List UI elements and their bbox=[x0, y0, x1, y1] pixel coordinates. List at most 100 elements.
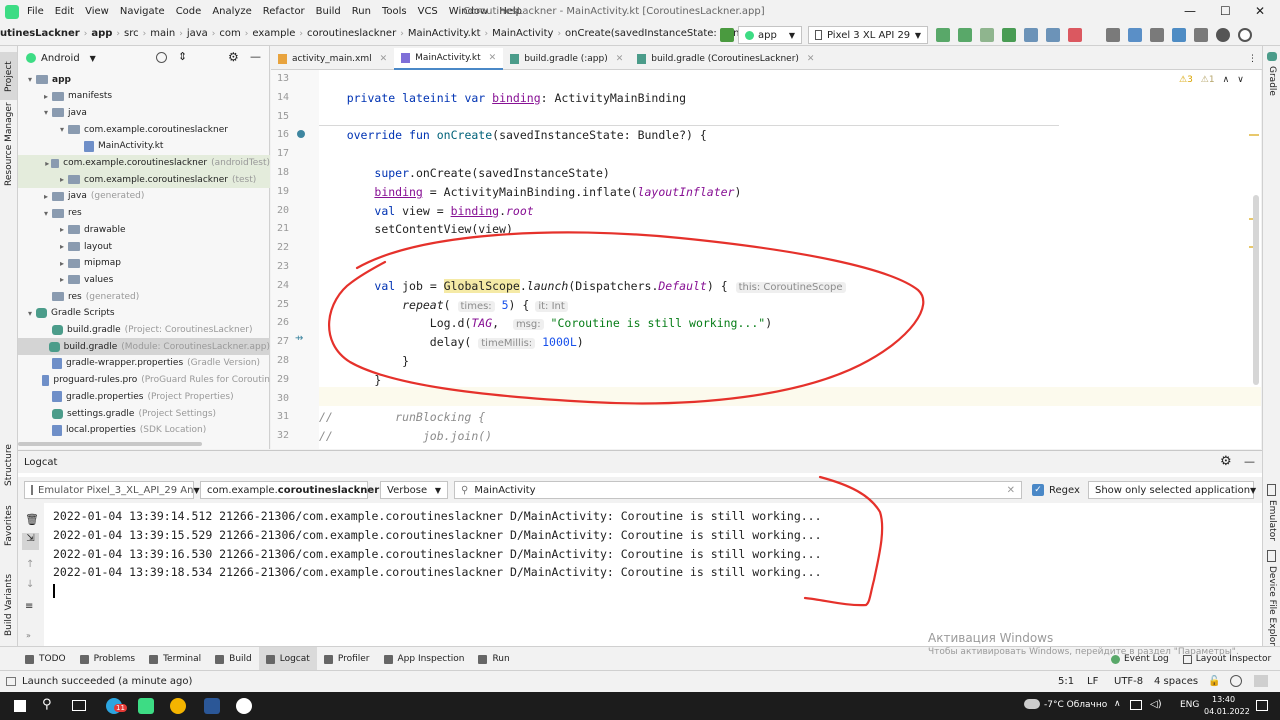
lock-icon[interactable]: 🔓 bbox=[1208, 676, 1220, 687]
apply-changes-icon[interactable] bbox=[958, 28, 972, 42]
language-indicator[interactable]: ENG bbox=[1180, 700, 1199, 710]
search-icon[interactable]: ⚲ bbox=[42, 697, 52, 712]
hammer-icon[interactable] bbox=[720, 28, 734, 42]
checkbox-checked-icon[interactable]: ✓ bbox=[1032, 484, 1044, 496]
close-icon[interactable]: ✕ bbox=[616, 54, 624, 64]
chevron-right-icon[interactable]: ▸ bbox=[56, 225, 68, 234]
indent-setting[interactable]: 4 spaces bbox=[1154, 676, 1198, 687]
gear-icon[interactable]: ⚙ bbox=[1220, 454, 1232, 469]
memory-indicator[interactable] bbox=[1254, 675, 1268, 687]
breadcrumb-item[interactable]: src bbox=[124, 28, 139, 39]
attach-debugger-icon[interactable] bbox=[1046, 28, 1060, 42]
menu-build[interactable]: Build bbox=[316, 6, 341, 17]
debug-icon[interactable] bbox=[1002, 28, 1016, 42]
chevron-down-icon[interactable]: ▼ bbox=[90, 54, 96, 63]
tree-item[interactable]: ▾ com.example.coroutineslackner bbox=[18, 121, 270, 138]
chevron-right-icon[interactable]: ▸ bbox=[43, 159, 51, 168]
chevron-right-icon[interactable]: ▸ bbox=[56, 259, 68, 268]
tree-item[interactable]: res (generated) bbox=[18, 288, 270, 305]
project-tool-label[interactable]: Project bbox=[4, 61, 14, 92]
menu-view[interactable]: View bbox=[85, 6, 109, 17]
tab-app-inspection[interactable]: App Inspection bbox=[377, 647, 472, 671]
arrow-down-icon[interactable]: ↓ bbox=[26, 579, 34, 590]
structure-label[interactable]: Structure bbox=[4, 444, 14, 486]
view-mode-select[interactable]: Android bbox=[41, 53, 80, 64]
hide-icon[interactable]: — bbox=[1244, 455, 1255, 468]
collapse-all-icon[interactable]: ⇕ bbox=[178, 50, 187, 63]
tab-build-gradle-app[interactable]: build.gradle (:app) ✕ bbox=[503, 48, 630, 70]
menu-analyze[interactable]: Analyze bbox=[212, 6, 251, 17]
status-icon[interactable] bbox=[6, 677, 16, 686]
clock-date[interactable]: 04.01.2022 bbox=[1204, 707, 1250, 716]
chevron-down-icon[interactable]: ▾ bbox=[56, 125, 68, 134]
menu-vcs[interactable]: VCS bbox=[418, 6, 438, 17]
breadcrumb-item[interactable]: coroutineslackner bbox=[307, 28, 396, 39]
breadcrumb-item[interactable]: MainActivity.kt bbox=[408, 28, 481, 39]
device-manager-icon[interactable] bbox=[1106, 28, 1120, 42]
tree-item[interactable]: ▸ java (generated) bbox=[18, 188, 270, 205]
tree-item[interactable]: ▸ com.example.coroutineslackner (test) bbox=[18, 171, 270, 189]
tree-item[interactable]: ▾ Gradle Scripts bbox=[18, 305, 270, 322]
windows-start-icon[interactable] bbox=[14, 700, 26, 712]
breadcrumb-item[interactable]: java bbox=[187, 28, 208, 39]
chevron-right-icon[interactable]: ▸ bbox=[40, 192, 52, 201]
stop-icon[interactable] bbox=[1068, 28, 1082, 42]
chevron-right-icon[interactable]: ▸ bbox=[56, 242, 68, 251]
tree-item[interactable]: settings.gradle (Project Settings) bbox=[18, 405, 270, 422]
tray-chevron-icon[interactable]: ∧ bbox=[1114, 699, 1121, 709]
tree-item[interactable]: ▸ mipmap bbox=[18, 255, 270, 272]
apply-code-changes-icon[interactable] bbox=[980, 28, 994, 42]
inspection-widget[interactable]: ⚠3 ⚠1 ∧ ∨ bbox=[1179, 75, 1244, 85]
caret-position[interactable]: 5:1 bbox=[1058, 676, 1074, 687]
soft-wrap-icon[interactable]: ≡ bbox=[25, 601, 33, 612]
tab-terminal[interactable]: Terminal bbox=[142, 647, 208, 671]
breadcrumb-item[interactable]: utinesLackner bbox=[0, 28, 80, 39]
chevron-down-icon[interactable]: ▾ bbox=[24, 75, 36, 84]
chevron-down-icon[interactable]: ∨ bbox=[1237, 75, 1244, 85]
chevron-down-icon[interactable]: ▾ bbox=[40, 108, 52, 117]
user-icon[interactable] bbox=[1216, 28, 1230, 42]
volume-icon[interactable]: ◁) bbox=[1150, 699, 1162, 710]
run-config-select[interactable]: app ▼ bbox=[738, 26, 802, 44]
tab-main-activity-kt[interactable]: MainActivity.kt ✕ bbox=[394, 47, 504, 70]
android-studio-taskbar-icon[interactable] bbox=[138, 698, 154, 714]
chevron-right-icon[interactable]: ▸ bbox=[56, 175, 68, 184]
device-select[interactable]: Emulator Pixel_3_XL_API_29 An ▼ bbox=[24, 481, 200, 499]
filter-select[interactable]: Show only selected application ▼ bbox=[1088, 481, 1256, 499]
menu-tools[interactable]: Tools bbox=[382, 6, 407, 17]
weather-text[interactable]: -7°C Облачно bbox=[1044, 700, 1107, 710]
regex-checkbox[interactable]: ✓ Regex bbox=[1032, 484, 1080, 496]
face-icon[interactable] bbox=[1230, 675, 1242, 687]
maximize-button[interactable]: ☐ bbox=[1220, 4, 1231, 18]
breadcrumb-item[interactable]: app bbox=[91, 28, 112, 39]
rerun-icon[interactable] bbox=[936, 28, 950, 42]
breadcrumb-item[interactable]: main bbox=[150, 28, 175, 39]
chevron-right-icon[interactable]: ▸ bbox=[40, 92, 52, 101]
emulator-label[interactable]: Emulator bbox=[1267, 500, 1277, 541]
status-message[interactable]: Launch succeeded (a minute ago) bbox=[22, 676, 192, 687]
app-icon[interactable] bbox=[204, 698, 220, 714]
gradle-icon[interactable] bbox=[1267, 52, 1277, 61]
gradle-tool-label[interactable]: Gradle bbox=[1267, 66, 1277, 96]
device-file-explorer-label[interactable]: Device File Explorer bbox=[1267, 566, 1277, 655]
minimize-button[interactable]: — bbox=[1184, 4, 1196, 18]
network-icon[interactable] bbox=[1130, 700, 1142, 710]
code-editor[interactable]: private lateinit var binding: ActivityMa… bbox=[319, 70, 1261, 449]
emulator-taskbar-icon[interactable] bbox=[236, 698, 252, 714]
tab-logcat[interactable]: Logcat bbox=[258, 647, 317, 671]
breadcrumb-item[interactable]: com bbox=[219, 28, 240, 39]
scroll-to-end-icon[interactable]: ⇲ bbox=[22, 533, 39, 550]
arrow-up-icon[interactable]: ↑ bbox=[26, 559, 34, 570]
tree-item[interactable]: ▾ res bbox=[18, 205, 270, 222]
resource-manager-label[interactable]: Resource Manager bbox=[4, 102, 14, 186]
menu-navigate[interactable]: Navigate bbox=[120, 6, 165, 17]
chevron-down-icon[interactable]: ▾ bbox=[24, 309, 36, 318]
tree-item[interactable]: ▸ com.example.coroutineslackner (androidTe… bbox=[18, 154, 270, 172]
task-view-icon[interactable] bbox=[72, 700, 86, 711]
tabs-menu-icon[interactable]: ⋮ bbox=[1248, 54, 1257, 64]
tab-todo[interactable]: TODO bbox=[18, 647, 73, 671]
tree-item[interactable]: ▾ java bbox=[18, 104, 270, 121]
tree-item[interactable]: build.gradle (Module: CoroutinesLackner.a… bbox=[18, 338, 270, 356]
log-level-select[interactable]: Verbose ▼ bbox=[380, 481, 448, 499]
tree-item[interactable]: proguard-rules.pro (ProGuard Rules for Co… bbox=[18, 372, 270, 389]
